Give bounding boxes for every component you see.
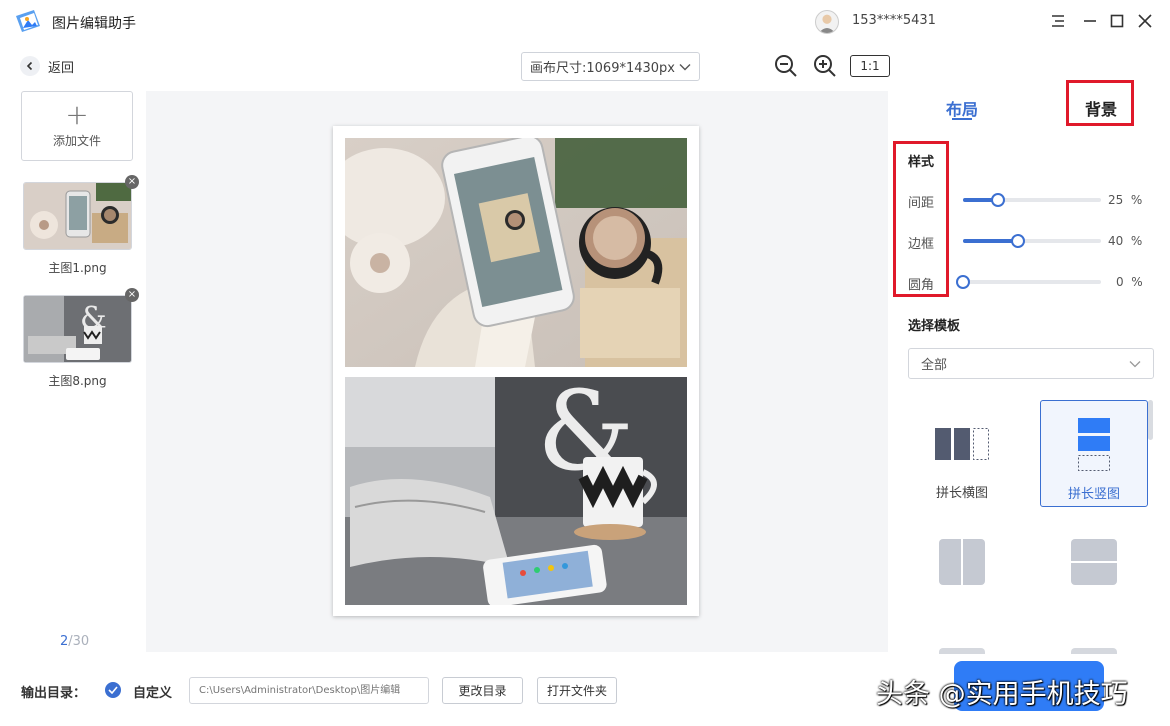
menu-icon xyxy=(1052,15,1064,27)
change-directory-button[interactable]: 更改目录 xyxy=(442,677,523,704)
chevron-down-icon xyxy=(1129,360,1141,367)
template-horizontal-icon xyxy=(935,428,989,460)
tab-background[interactable]: 背景 xyxy=(1085,96,1117,120)
zoom-out-icon[interactable] xyxy=(773,53,799,79)
border-label: 边框 xyxy=(908,237,935,252)
template-divider xyxy=(961,539,963,585)
minimize-icon xyxy=(1084,20,1096,22)
maximize-icon xyxy=(1110,14,1124,28)
close-button[interactable] xyxy=(1134,10,1156,32)
template-two-columns[interactable] xyxy=(939,539,985,585)
watermark-text: 头条 @实用手机技巧 xyxy=(876,679,1128,710)
template-long-horizontal[interactable]: 拼长横图 xyxy=(908,400,1016,507)
file-1-name: 主图1.png xyxy=(48,261,107,275)
chevron-left-icon xyxy=(20,56,40,76)
border-slider-fill xyxy=(963,239,1019,243)
custom-dir-label: 自定义 xyxy=(133,686,173,701)
corner-radius-label: 圆角 xyxy=(908,278,935,293)
photo-ampersand-phone: & xyxy=(345,377,687,605)
template-long-vertical[interactable]: 拼长竖图 xyxy=(1040,400,1148,507)
template-divider xyxy=(1071,561,1117,563)
file-1-image xyxy=(24,183,131,249)
actual-size-button[interactable]: 1:1 xyxy=(850,55,890,77)
border-slider-handle[interactable] xyxy=(1011,234,1026,248)
output-path-input[interactable] xyxy=(189,677,429,704)
collage-preview[interactable]: & xyxy=(333,126,699,616)
add-file-label: 添加文件 xyxy=(52,133,101,148)
photo-coffee-phone xyxy=(345,138,687,367)
minimize-button[interactable] xyxy=(1079,10,1101,32)
spacing-label: 间距 xyxy=(908,196,935,211)
template-vertical-icon xyxy=(1078,418,1110,471)
remove-file-1-icon[interactable]: × xyxy=(125,175,139,189)
corner-radius-value: 0 % xyxy=(1116,275,1143,289)
pager-total: /30 xyxy=(68,634,90,649)
tab-layout[interactable]: 布局 xyxy=(946,96,978,120)
open-folder-button[interactable]: 打开文件夹 xyxy=(537,677,617,704)
file-2-image: & xyxy=(24,296,131,362)
plus-icon: + xyxy=(65,97,89,131)
template-section-title: 选择模板 xyxy=(908,319,961,334)
style-section-title: 样式 xyxy=(908,155,935,170)
canvas-size-value: 画布尺寸:1069*1430px xyxy=(530,61,675,76)
app-title: 图片编辑助手 xyxy=(52,16,136,32)
app-logo-icon xyxy=(16,10,40,32)
template-two-rows[interactable] xyxy=(1071,539,1117,585)
template-filter-value: 全部 xyxy=(921,358,948,373)
maximize-button[interactable] xyxy=(1106,10,1128,32)
spacing-value: 25 % xyxy=(1108,193,1143,207)
output-directory-label: 输出目录： xyxy=(21,686,87,701)
corner-radius-slider[interactable] xyxy=(956,275,1101,289)
collage-photo-1[interactable] xyxy=(345,138,687,367)
back-button[interactable]: 返回 xyxy=(20,56,74,76)
close-icon xyxy=(1138,14,1152,28)
menu-button[interactable] xyxy=(1047,10,1069,32)
custom-dir-checkbox[interactable] xyxy=(105,682,121,698)
collage-photo-2[interactable]: & xyxy=(345,377,687,605)
corner-radius-slider-handle[interactable] xyxy=(956,275,970,289)
border-slider[interactable] xyxy=(963,234,1101,248)
back-label: 返回 xyxy=(48,60,75,76)
template-long-vertical-label: 拼长竖图 xyxy=(1067,487,1120,502)
border-value: 40 % xyxy=(1108,234,1143,248)
user-icon xyxy=(818,14,836,33)
file-pager: 2/30 xyxy=(60,634,89,649)
template-partial[interactable] xyxy=(939,648,985,654)
chevron-down-icon xyxy=(679,63,691,70)
tab-active-indicator xyxy=(952,118,972,120)
file-thumbnail-2[interactable]: & xyxy=(23,295,132,363)
remove-file-2-icon[interactable]: × xyxy=(125,288,139,302)
template-filter-select[interactable]: 全部 xyxy=(908,348,1154,379)
checkmark-icon xyxy=(108,686,118,694)
zoom-in-icon[interactable] xyxy=(812,53,838,79)
template-scrollbar[interactable] xyxy=(1148,400,1153,440)
file-2-name: 主图8.png xyxy=(48,374,107,388)
user-avatar[interactable] xyxy=(815,10,839,34)
spacing-slider[interactable] xyxy=(963,193,1101,207)
user-account: 153****5431 xyxy=(852,13,936,28)
add-file-button[interactable]: + 添加文件 xyxy=(21,91,133,161)
template-long-horizontal-label: 拼长横图 xyxy=(935,486,988,501)
file-thumbnail-1[interactable] xyxy=(23,182,132,250)
template-partial[interactable] xyxy=(1071,648,1117,654)
spacing-slider-handle[interactable] xyxy=(990,193,1005,207)
canvas-size-select[interactable]: 画布尺寸:1069*1430px xyxy=(521,52,700,81)
